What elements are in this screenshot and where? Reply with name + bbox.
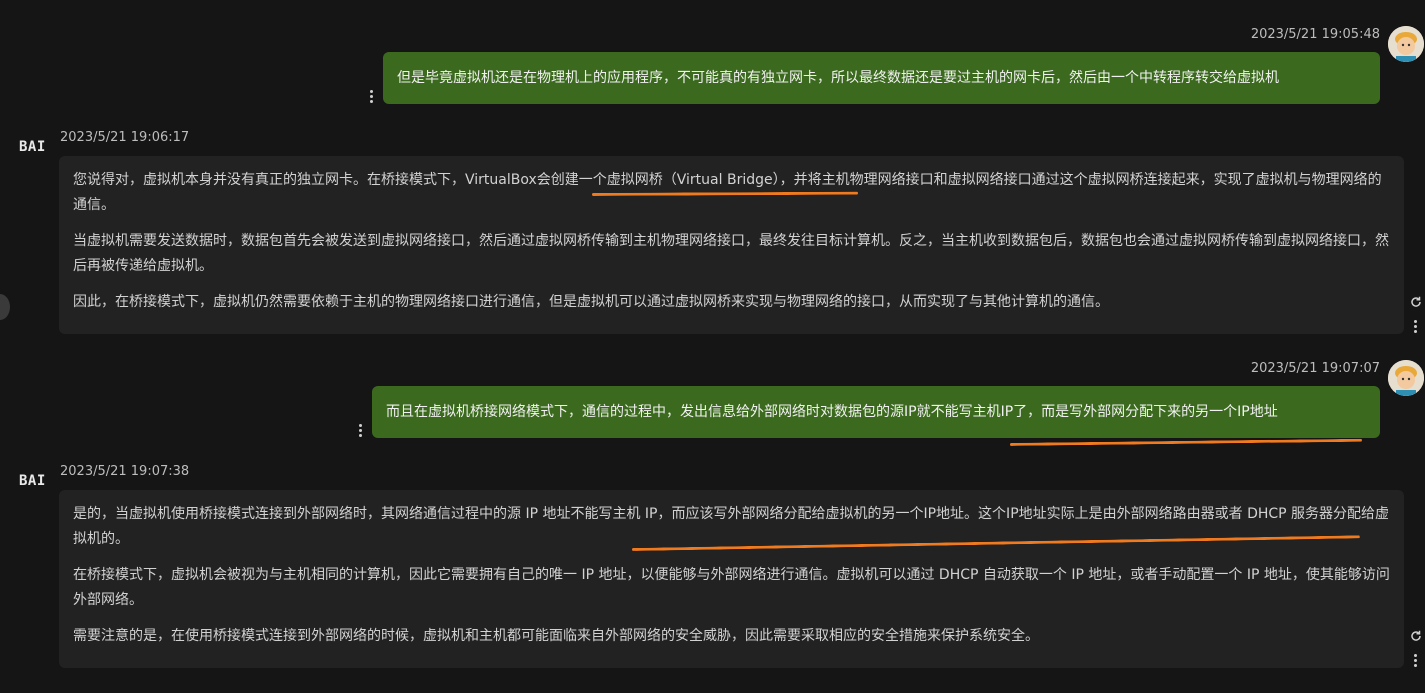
user-message-bubble: 但是毕竟虚拟机还是在物理机上的应用程序，不可能真的有独立网卡，所以最终数据还是要… xyxy=(383,52,1380,104)
bot-paragraph: 当虚拟机需要发送数据时，数据包首先会被发送到虚拟网络接口，然后通过虚拟网桥传输到… xyxy=(73,233,1389,274)
user-message-text: 而且在虚拟机桥接网络模式下，通信的过程中，发出信息给外部网络时对数据包的源IP就… xyxy=(386,404,1278,420)
bot-paragraph: 在桥接模式下，虚拟机会被视为与主机相同的计算机，因此它需要拥有自己的唯一 IP … xyxy=(73,567,1390,608)
bot-message-bubble: 您说得对，虚拟机本身并没有真正的独立网卡。在桥接模式下，VirtualBox会创… xyxy=(59,156,1404,334)
sidebar-toggle-handle[interactable] xyxy=(0,294,10,320)
message-timestamp: 2023/5/21 19:07:38 xyxy=(60,464,190,479)
more-vertical-icon[interactable] xyxy=(357,424,363,438)
user-avatar-icon xyxy=(1388,360,1424,396)
message-timestamp: 2023/5/21 19:07:07 xyxy=(1250,361,1380,376)
annotation-underline xyxy=(1009,438,1362,446)
refresh-icon[interactable] xyxy=(1410,630,1422,642)
refresh-icon[interactable] xyxy=(1410,296,1422,308)
more-vertical-icon[interactable] xyxy=(1412,320,1418,334)
bot-paragraph: 是的，当虚拟机使用桥接模式连接到外部网络时，其网络通信过程中的源 IP 地址不能… xyxy=(73,506,1390,547)
user-message-bubble: 而且在虚拟机桥接网络模式下，通信的过程中，发出信息给外部网络时对数据包的源IP就… xyxy=(372,386,1380,438)
more-vertical-icon[interactable] xyxy=(1412,654,1418,668)
chat-page: 2023/5/21 19:05:48 但是毕竟虚拟机还是在物理机上的应用程序，不… xyxy=(0,0,1425,693)
message-timestamp: 2023/5/21 19:06:17 xyxy=(60,130,190,145)
bot-paragraph: 需要注意的是，在使用桥接模式连接到外部网络的时候，虚拟机和主机都可能面临来自外部… xyxy=(73,628,1039,644)
more-vertical-icon[interactable] xyxy=(368,90,374,104)
bot-logo: BAI xyxy=(19,473,46,489)
bot-logo: BAI xyxy=(19,139,46,155)
user-message-text: 但是毕竟虚拟机还是在物理机上的应用程序，不可能真的有独立网卡，所以最终数据还是要… xyxy=(397,70,1279,86)
bot-paragraph: 因此，在桥接模式下，虚拟机仍然需要依赖于主机的物理网络接口进行通信，但是虚拟机可… xyxy=(73,294,1109,310)
bot-message-bubble: 是的，当虚拟机使用桥接模式连接到外部网络时，其网络通信过程中的源 IP 地址不能… xyxy=(59,490,1404,668)
user-avatar-icon xyxy=(1388,26,1424,62)
message-timestamp: 2023/5/21 19:05:48 xyxy=(1250,27,1380,42)
